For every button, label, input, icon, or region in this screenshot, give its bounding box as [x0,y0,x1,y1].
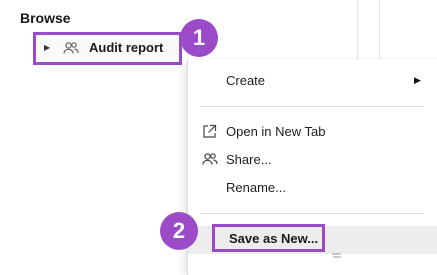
menu-item-open-in-new-tab[interactable]: Open in New Tab [188,118,437,146]
external-link-icon [202,124,217,144]
menu-item-label: Rename... [226,180,286,195]
menu-item-create[interactable]: Create ▶ [188,67,437,95]
menu-separator [200,213,424,214]
menu-item-save-as-new[interactable]: Save as New... [188,224,437,258]
tree-item-label: Audit report [89,40,164,55]
submenu-arrow-icon: ▶ [414,75,421,85]
menu-item-label: Save as New... [229,231,319,246]
browse-heading: Browse [20,10,71,26]
highlight-box: Save as New... [212,224,325,252]
menu-item-share[interactable]: Share... [188,146,437,174]
step-badge-2: 2 [160,212,198,250]
triangle-right-icon[interactable]: ▶ [44,43,50,52]
column-divider [379,0,380,60]
tree-item-audit-report[interactable]: ▶ Audit report [33,32,182,65]
menu-item-rename[interactable]: Rename... [188,174,437,202]
cursor-icon [332,246,342,258]
step-badge-1: 1 [180,19,218,57]
menu-item-label: Open in New Tab [226,124,326,139]
column-divider [357,0,358,60]
users-icon [202,152,218,171]
menu-item-label: Share... [226,152,272,167]
users-icon [63,41,79,60]
menu-item-label: Create [226,73,266,88]
context-menu: Create ▶ Open in New Tab Share... Rename… [187,60,437,275]
menu-separator [200,106,424,107]
